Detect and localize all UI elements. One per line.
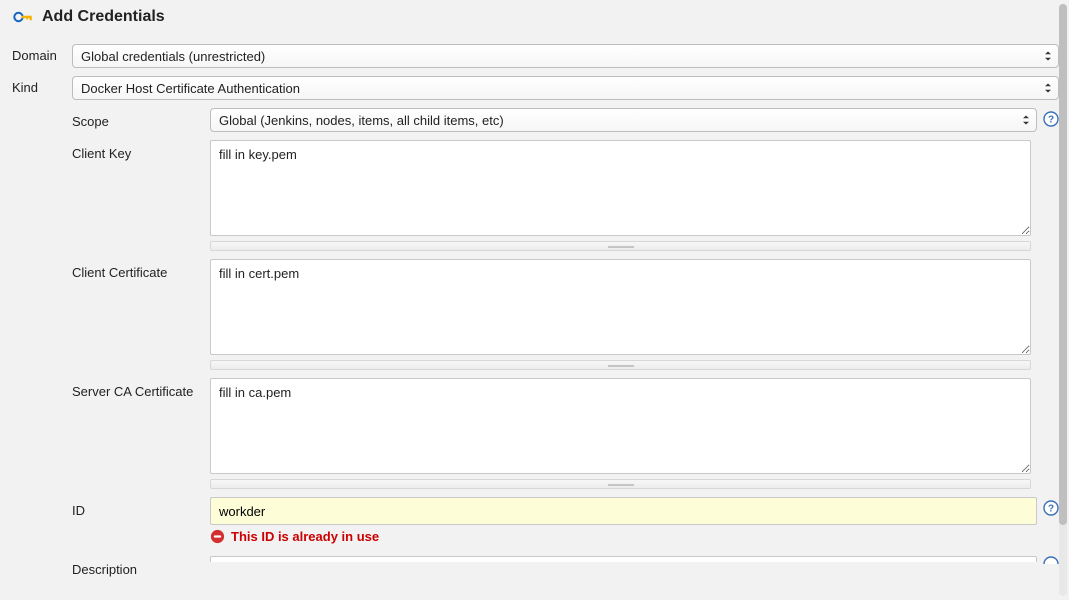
domain-select[interactable]: Global credentials (unrestricted)	[72, 44, 1059, 68]
scope-label: Scope	[72, 108, 210, 129]
scrollbar-thumb[interactable]	[1059, 4, 1067, 525]
id-error-text: This ID is already in use	[231, 529, 379, 544]
row-domain: Domain Global credentials (unrestricted)	[12, 44, 1059, 68]
client-certificate-textarea[interactable]	[210, 259, 1031, 355]
updown-caret-icon	[1022, 115, 1030, 125]
row-description: Description	[72, 552, 1059, 577]
id-label: ID	[72, 497, 210, 518]
row-scope: Scope Global (Jenkins, nodes, items, all…	[72, 108, 1059, 132]
resize-handle[interactable]	[210, 479, 1031, 489]
client-certificate-label: Client Certificate	[72, 259, 210, 280]
scope-select-value: Global (Jenkins, nodes, items, all child…	[219, 113, 504, 128]
domain-select-value: Global credentials (unrestricted)	[81, 49, 265, 64]
server-ca-textarea[interactable]	[210, 378, 1031, 474]
svg-text:?: ?	[1048, 503, 1054, 514]
row-client-key: Client Key	[72, 140, 1059, 251]
kind-details: Scope Global (Jenkins, nodes, items, all…	[72, 108, 1059, 577]
credentials-key-icon	[12, 8, 34, 26]
help-icon[interactable]: ?	[1043, 500, 1059, 516]
help-icon[interactable]	[1043, 552, 1059, 568]
page-header: Add Credentials	[12, 8, 1059, 26]
id-input[interactable]	[210, 497, 1037, 525]
error-icon	[210, 529, 225, 544]
page-title: Add Credentials	[42, 8, 165, 26]
client-key-textarea[interactable]	[210, 140, 1031, 236]
kind-select-value: Docker Host Certificate Authentication	[81, 81, 300, 96]
server-ca-label: Server CA Certificate	[72, 378, 210, 399]
row-id: ID This ID is already in use ?	[72, 497, 1059, 544]
svg-text:?: ?	[1048, 114, 1054, 125]
resize-handle[interactable]	[210, 360, 1031, 370]
updown-caret-icon	[1044, 51, 1052, 61]
updown-caret-icon	[1044, 83, 1052, 93]
resize-handle[interactable]	[210, 241, 1031, 251]
page-scrollbar[interactable]	[1059, 4, 1067, 596]
scope-select[interactable]: Global (Jenkins, nodes, items, all child…	[210, 108, 1037, 132]
row-client-certificate: Client Certificate	[72, 259, 1059, 370]
help-icon[interactable]: ?	[1043, 111, 1059, 127]
kind-label: Kind	[12, 76, 72, 95]
row-kind: Kind Docker Host Certificate Authenticat…	[12, 76, 1059, 100]
description-label: Description	[72, 552, 210, 577]
description-input[interactable]	[210, 556, 1037, 562]
id-error: This ID is already in use	[210, 529, 1037, 544]
domain-label: Domain	[12, 44, 72, 63]
client-key-label: Client Key	[72, 140, 210, 161]
kind-select[interactable]: Docker Host Certificate Authentication	[72, 76, 1059, 100]
row-server-ca: Server CA Certificate	[72, 378, 1059, 489]
